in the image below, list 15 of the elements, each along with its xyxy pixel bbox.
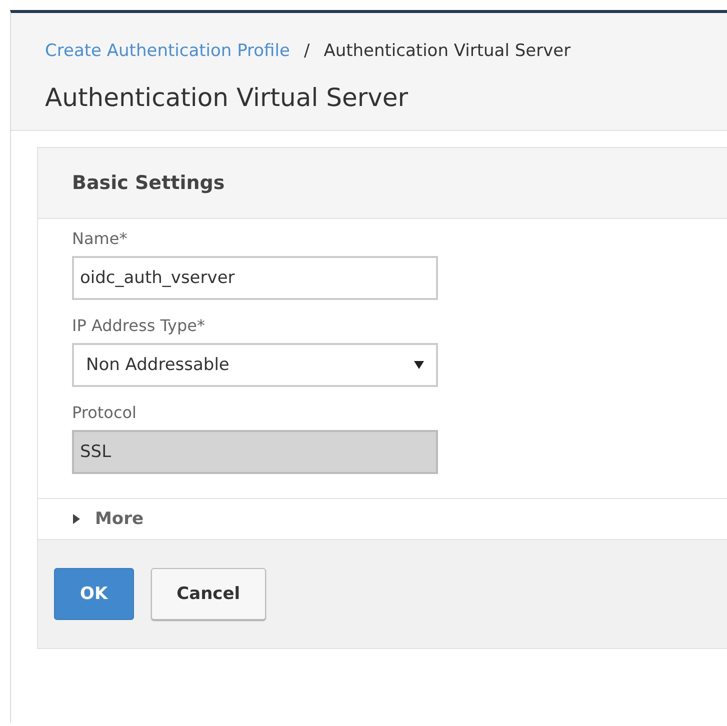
input-field[interactable]: oidc_auth_vserver: [72, 256, 438, 300]
field-label: Protocol: [72, 403, 138, 422]
more-toggle[interactable]: More: [95, 509, 144, 529]
field-label: Name*: [72, 229, 128, 248]
breadcrumb-current: Authentication Virtual Server: [324, 41, 571, 61]
caret-right-icon[interactable]: [72, 513, 81, 525]
page-title: Authentication Virtual Server: [45, 83, 410, 112]
field-label: IP Address Type*: [72, 316, 206, 335]
cancel-button[interactable]: Cancel: [150, 568, 266, 620]
ok-button[interactable]: OK: [54, 568, 134, 620]
dropdown-caret-icon: [414, 360, 424, 370]
panel-title: Basic Settings: [72, 172, 225, 194]
breadcrumb-separator: /: [304, 41, 310, 61]
readonly-field: SSL: [72, 430, 438, 474]
select-field[interactable]: Non Addressable: [72, 343, 438, 387]
